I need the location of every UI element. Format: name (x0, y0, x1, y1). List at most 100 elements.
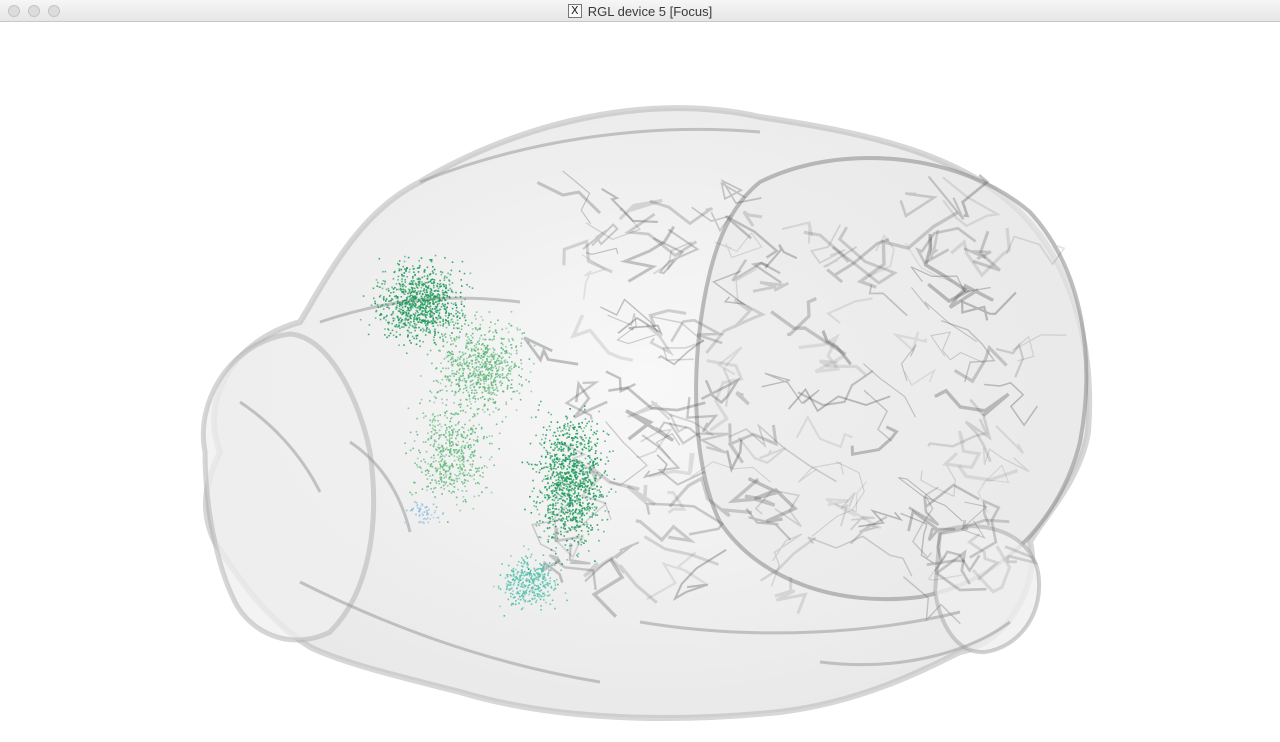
cloud-point (443, 455, 446, 458)
cloud-point (596, 485, 598, 488)
cloud-point (523, 545, 525, 547)
cloud-point (512, 570, 515, 573)
cloud-point (501, 374, 504, 377)
cloud-point (419, 319, 421, 321)
cloud-point (463, 377, 466, 380)
cloud-point (417, 466, 419, 468)
cloud-point (566, 516, 568, 518)
cloud-point (561, 496, 564, 498)
cloud-point (523, 562, 525, 565)
cloud-point (471, 475, 473, 477)
cloud-point (554, 487, 557, 490)
cloud-point (442, 450, 445, 452)
cloud-point (425, 450, 428, 453)
cloud-point (433, 511, 436, 514)
cloud-point (471, 379, 474, 382)
cloud-point (449, 358, 452, 361)
cloud-point (399, 285, 402, 287)
cloud-point (540, 455, 543, 458)
cloud-point (539, 489, 541, 492)
cloud-point (392, 334, 395, 337)
cloud-point (606, 495, 608, 497)
cloud-point (556, 421, 559, 423)
cloud-point (596, 489, 599, 492)
brain-render[interactable] (0, 22, 1280, 742)
cloud-point (445, 310, 448, 312)
cloud-point (515, 600, 517, 602)
cloud-point (448, 455, 451, 457)
cloud-point (578, 472, 580, 475)
cloud-point (576, 499, 579, 502)
cloud-point (398, 269, 401, 272)
cloud-point (575, 529, 578, 532)
cloud-point (467, 377, 470, 379)
cloud-point (468, 342, 470, 345)
cloud-point (437, 420, 439, 422)
cloud-point (598, 410, 600, 413)
cloud-point (449, 476, 452, 478)
cloud-point (420, 505, 423, 507)
title-bar[interactable]: X RGL device 5 [Focus] (0, 0, 1280, 22)
cloud-point (402, 285, 404, 288)
cloud-point (555, 552, 557, 555)
cloud-point (564, 454, 566, 457)
cloud-point (467, 324, 470, 327)
cloud-point (477, 366, 480, 368)
cloud-point (491, 339, 493, 341)
cloud-point (434, 425, 436, 428)
cloud-point (570, 510, 573, 512)
cloud-point (412, 265, 414, 267)
cloud-point (426, 353, 429, 356)
rgl-viewport[interactable] (0, 22, 1280, 742)
cloud-point (435, 448, 437, 451)
cloud-point (549, 429, 551, 431)
cloud-point (576, 446, 578, 448)
cloud-point (590, 429, 592, 431)
cloud-point (488, 326, 491, 329)
cloud-point (410, 280, 413, 282)
cloud-point (584, 478, 586, 481)
cloud-point (459, 399, 462, 401)
cloud-point (466, 474, 468, 476)
cloud-point (568, 466, 571, 468)
cloud-point (466, 459, 469, 462)
cloud-point (423, 269, 426, 272)
cloud-point (416, 503, 419, 506)
cloud-point (389, 332, 392, 335)
cloud-point (606, 474, 608, 476)
cloud-point (451, 429, 453, 431)
cloud-point (415, 303, 417, 306)
cloud-point (508, 322, 510, 325)
cloud-point (442, 455, 444, 457)
cloud-point (446, 417, 448, 419)
cloud-point (436, 295, 438, 298)
cloud-point (455, 378, 458, 381)
cloud-point (467, 480, 469, 482)
cloud-point (548, 527, 551, 529)
cloud-point (566, 480, 568, 483)
cloud-point (562, 462, 564, 465)
cloud-point (543, 494, 546, 496)
cloud-point (578, 525, 581, 527)
cloud-point (560, 497, 562, 500)
cloud-point (458, 380, 460, 383)
cloud-point (553, 443, 555, 445)
cloud-point (591, 527, 594, 529)
cloud-point (571, 487, 573, 490)
cloud-point (511, 570, 513, 572)
cloud-point (510, 592, 512, 595)
cloud-point (468, 455, 471, 458)
cloud-point (436, 414, 439, 417)
cloud-point (587, 533, 590, 536)
cloud-point (558, 494, 561, 496)
cloud-point (464, 437, 467, 439)
cloud-point (466, 283, 468, 286)
cloud-point (579, 499, 581, 501)
cloud-point (456, 434, 458, 437)
cloud-point (581, 477, 584, 480)
cloud-point (431, 270, 434, 272)
cloud-point (606, 518, 609, 521)
cloud-point (463, 431, 465, 433)
cloud-point (412, 277, 414, 280)
cloud-point (539, 583, 542, 586)
